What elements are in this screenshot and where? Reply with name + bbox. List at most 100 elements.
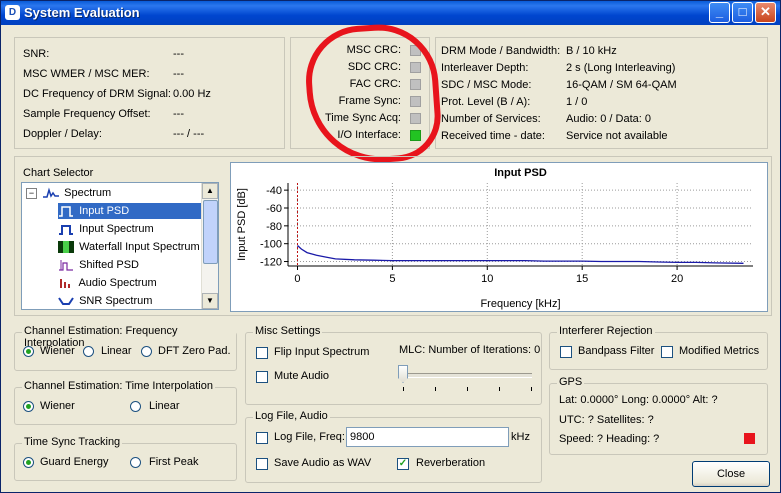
interferer-rejection-group: Interferer Rejection Bandpass Filter Mod… — [549, 325, 768, 370]
mute-audio-checkbox[interactable] — [256, 371, 268, 383]
snr-spectrum-icon — [58, 297, 74, 306]
snr-value: --- — [173, 48, 184, 60]
mer-label: MSC WMER / MSC MER: — [23, 68, 150, 80]
gps-utc-satellites: UTC: ? Satellites: ? — [559, 414, 654, 426]
interferer-rejection-title: Interferer Rejection — [557, 325, 655, 337]
tree-item-input-psd[interactable]: Input PSD — [58, 203, 204, 219]
modified-metrics-label: Modified Metrics — [679, 345, 760, 357]
audio-spectrum-icon — [60, 279, 70, 289]
scroll-thumb[interactable] — [203, 200, 218, 264]
chart-selector-title: Chart Selector — [23, 167, 94, 179]
sdc-msc-mode-value: 16-QAM / SM 64-QAM — [566, 79, 677, 91]
x-tick-label: 0 — [294, 273, 300, 285]
doppler-delay-label: Doppler / Delay: — [23, 128, 102, 140]
shifted-psd-icon — [59, 260, 73, 271]
signal-status-panel: SNR: --- MSC WMER / MSC MER: --- DC Freq… — [14, 37, 285, 149]
save-wav-label: Save Audio as WAV — [274, 457, 372, 469]
services-value: Audio: 0 / Data: 0 — [566, 113, 651, 125]
tree-item-shifted-psd[interactable]: Shifted PSD — [58, 257, 139, 273]
interleaver-value: 2 s (Long Interleaving) — [566, 62, 676, 74]
time-interp-wiener-radio[interactable] — [23, 401, 34, 412]
services-label: Number of Services: — [441, 113, 541, 125]
freq-interp-wiener-radio[interactable] — [23, 346, 34, 357]
chart-panel: Input PSD 0 5 10 15 20 -40 -60 -80 -100 -120 Freque… — [230, 162, 768, 312]
y-tick-label: -80 — [266, 221, 282, 233]
drm-info-panel: DRM Mode / Bandwidth: B / 10 kHz Interle… — [435, 37, 768, 149]
chart-title: Input PSD — [494, 167, 547, 179]
tree-item-input-spectrum[interactable]: Input Spectrum — [58, 221, 154, 237]
bandpass-filter-checkbox[interactable] — [560, 346, 572, 358]
plot-area — [288, 183, 753, 266]
gps-group: GPS Lat: 0.0000° Long: 0.0000° Alt: ? UT… — [549, 376, 768, 455]
x-tick-label: 5 — [389, 273, 395, 285]
doppler-delay-value: --- / --- — [173, 128, 205, 140]
y-tick-label: -40 — [266, 185, 282, 197]
freq-interp-linear-label: Linear — [101, 345, 132, 357]
reverberation-checkbox[interactable]: ✓ — [397, 458, 409, 470]
freq-interp-dft-radio[interactable] — [141, 346, 152, 357]
drm-mode-label: DRM Mode / Bandwidth: — [441, 45, 561, 57]
drm-mode-value: B / 10 kHz — [566, 45, 617, 57]
save-wav-checkbox[interactable] — [256, 458, 268, 470]
window-title: System Evaluation — [24, 5, 140, 20]
minimize-button[interactable]: _ — [709, 2, 730, 23]
guard-energy-label: Guard Energy — [40, 456, 109, 468]
time-sync-group: Time Sync Tracking Guard Energy First Pe… — [14, 436, 237, 481]
scroll-down-icon[interactable]: ▼ — [202, 293, 218, 309]
log-file-label: Log File, Freq: — [274, 431, 345, 443]
gps-title: GPS — [557, 376, 585, 388]
tree-scrollbar[interactable]: ▲ ▼ — [201, 183, 218, 309]
log-file-title: Log File, Audio — [253, 410, 330, 422]
freq-interp-wiener-label: Wiener — [40, 345, 75, 357]
time-interp-group: Channel Estimation: Time Interpolation W… — [14, 380, 237, 425]
first-peak-radio[interactable] — [130, 457, 141, 468]
chart-selector-tree[interactable]: − Spectrum Input PSD Input Spectrum Wate… — [21, 182, 219, 310]
time-interp-linear-radio[interactable] — [130, 401, 141, 412]
freq-interp-linear-radio[interactable] — [83, 346, 94, 357]
tree-item-label: Input Spectrum — [79, 223, 154, 235]
first-peak-label: First Peak — [149, 456, 199, 468]
tree-item-audio-spectrum[interactable]: Audio Spectrum — [58, 275, 157, 291]
bandpass-filter-label: Bandpass Filter — [578, 345, 655, 357]
log-frequency-input[interactable]: 9800 — [346, 427, 509, 447]
x-tick-label: 15 — [576, 273, 588, 285]
input-psd-chart: Input PSD 0 5 10 15 20 -40 -60 -80 -100 -120 Freque… — [236, 167, 753, 310]
guard-energy-radio[interactable] — [23, 457, 34, 468]
frequency-unit-label: kHz — [511, 431, 530, 443]
time-interp-title: Channel Estimation: Time Interpolation — [22, 380, 215, 392]
x-axis-label: Frequency [kHz] — [480, 298, 560, 310]
dc-frequency-label: DC Frequency of DRM Signal: — [23, 88, 171, 100]
close-window-button[interactable]: ✕ — [755, 2, 776, 23]
tree-item-waterfall[interactable]: Waterfall Input Spectrum — [58, 239, 200, 255]
maximize-button[interactable]: □ — [732, 2, 753, 23]
mute-audio-label: Mute Audio — [274, 370, 330, 382]
tree-item-snr-spectrum[interactable]: SNR Spectrum — [58, 293, 152, 309]
app-icon: D — [5, 5, 20, 20]
log-file-group: Log File, Audio Log File, Freq: 9800 kHz… — [245, 410, 542, 483]
time-sync-title: Time Sync Tracking — [22, 436, 123, 448]
collapse-icon[interactable]: − — [26, 188, 37, 199]
tree-root-spectrum[interactable]: − Spectrum — [26, 185, 111, 201]
sample-frequency-offset-value: --- — [173, 108, 184, 120]
close-button[interactable]: Close — [692, 461, 770, 487]
tree-item-label: Input PSD — [79, 205, 130, 217]
sample-frequency-offset-label: Sample Frequency Offset: — [23, 108, 151, 120]
received-time-label: Received time - date: — [441, 130, 545, 142]
snr-label: SNR: — [23, 48, 50, 60]
gps-status-led — [744, 433, 755, 444]
mlc-slider-ticks — [403, 387, 533, 391]
gps-position: Lat: 0.0000° Long: 0.0000° Alt: ? — [559, 394, 718, 406]
title-bar[interactable]: D System Evaluation _ □ ✕ — [1, 1, 780, 25]
tree-item-label: Waterfall Input Spectrum — [79, 241, 200, 253]
time-interp-linear-label: Linear — [149, 400, 180, 412]
modified-metrics-checkbox[interactable] — [661, 346, 673, 358]
x-tick-label: 20 — [671, 273, 683, 285]
y-axis-label: Input PSD [dB] — [236, 188, 248, 261]
flip-spectrum-checkbox[interactable] — [256, 347, 268, 359]
mlc-slider-track[interactable] — [401, 373, 532, 378]
scroll-up-icon[interactable]: ▲ — [202, 183, 218, 199]
mlc-slider-thumb[interactable] — [398, 365, 408, 383]
log-file-checkbox[interactable] — [256, 432, 268, 444]
spectrum-icon — [43, 187, 60, 198]
tree-root-label: Spectrum — [64, 187, 112, 199]
